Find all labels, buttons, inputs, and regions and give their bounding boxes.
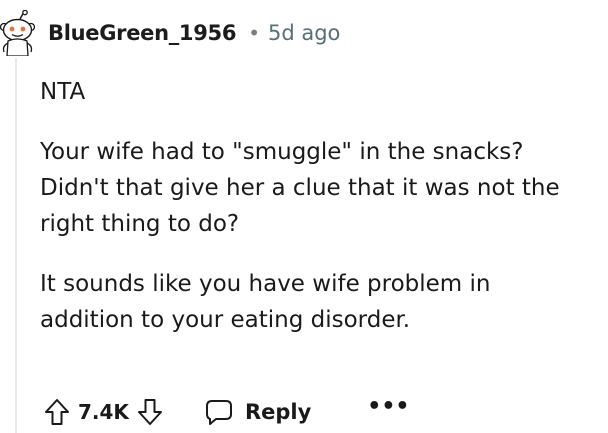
vote-group: 7.4K [44,398,163,426]
author-username[interactable]: BlueGreen_1956 [48,21,236,45]
snoo-avatar-icon [0,9,36,57]
downvote-button[interactable] [137,398,163,426]
speech-bubble-icon [205,400,232,425]
upvote-button[interactable] [44,398,70,426]
arrow-down-icon [137,399,162,425]
vote-score: 7.4K [78,400,129,424]
comment-paragraph: Your wife had to "smuggle" in the snacks… [40,139,560,237]
avatar[interactable] [0,9,36,57]
comment-paragraph: NTA [40,79,86,105]
comment-header: BlueGreen_1956 • 5d ago [48,18,340,48]
arrow-up-icon [45,399,69,425]
comment-paragraph: It sounds like you have wife problem in … [40,271,491,333]
meta-separator: • [248,21,260,45]
comment-timestamp[interactable]: 5d ago [268,21,340,45]
comment-actions: 7.4K Reply ••• [44,393,409,431]
reply-button[interactable]: Reply [205,398,311,426]
thread-line [15,58,17,433]
reply-label: Reply [244,400,312,424]
comment-body: NTA Your wife had to "smuggle" in the sn… [40,74,606,362]
more-options-button[interactable]: ••• [367,396,409,418]
